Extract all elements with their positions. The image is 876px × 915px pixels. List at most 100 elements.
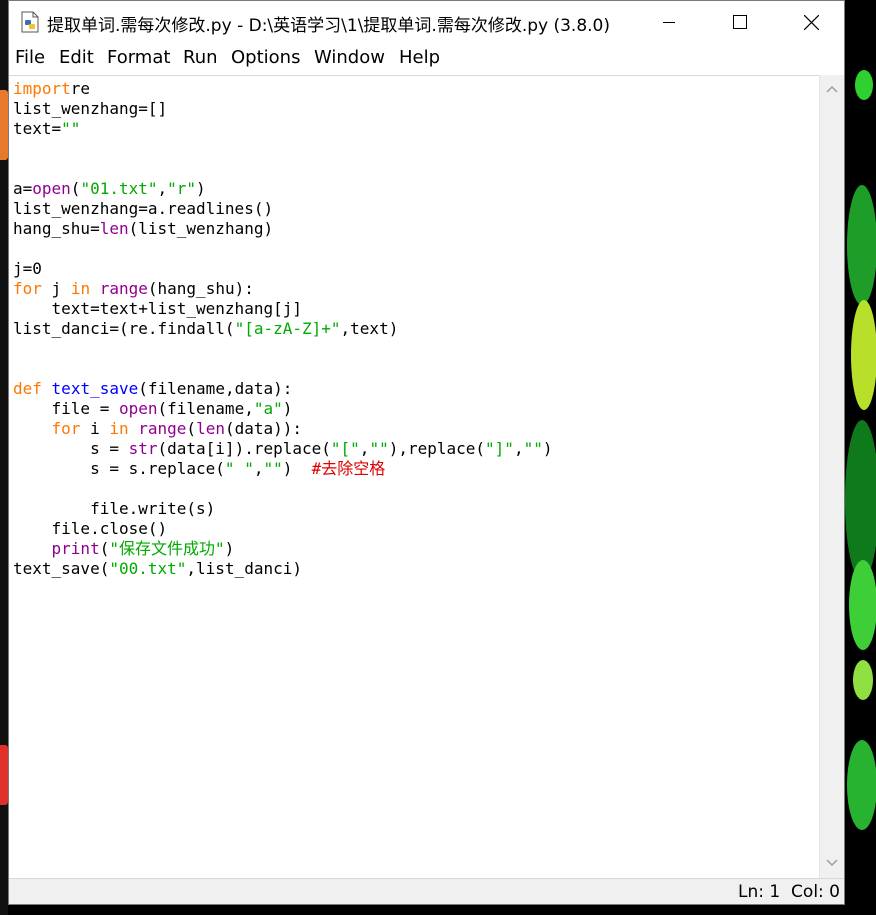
code-token-st: "00.txt" — [109, 559, 187, 578]
code-token-kw: for — [51, 419, 81, 438]
minimize-icon — [663, 22, 675, 23]
close-button[interactable] — [788, 1, 834, 43]
idle-editor-window: 提取单词.需每次修改.py - D:\英语学习\1\提取单词.需每次修改.py … — [8, 0, 845, 905]
code-line: s = s.replace(" ","") #去除空格 — [13, 459, 552, 479]
code-token-kw: in — [70, 279, 91, 298]
menu-run[interactable]: Run — [183, 47, 218, 68]
close-icon — [803, 14, 819, 30]
scroll-up-button[interactable] — [820, 79, 844, 99]
code-token: ) — [224, 539, 235, 558]
code-token: list_danci=(re.findall( — [13, 319, 235, 338]
code-token: (hang_shu): — [147, 279, 254, 298]
code-token-bi: range — [99, 279, 148, 298]
menu-bar: File Edit Format Run Options Window Help — [9, 43, 844, 73]
code-line: print("保存文件成功") — [13, 539, 552, 559]
code-token: ) — [196, 179, 206, 198]
maximize-button[interactable] — [717, 1, 763, 43]
code-text[interactable]: importre list_wenzhang=[] text="" a=open("0… — [13, 79, 552, 579]
python-file-icon — [20, 11, 40, 33]
code-line: file.close() — [13, 519, 552, 539]
code-token-bi: len — [99, 219, 129, 238]
code-token: (filename,data): — [138, 379, 293, 398]
code-token: ( — [99, 539, 110, 558]
menu-format[interactable]: Format — [107, 47, 170, 68]
chevron-down-icon — [826, 859, 838, 866]
code-token-kw: for — [13, 279, 42, 298]
scroll-down-button[interactable] — [820, 853, 844, 873]
code-token: , — [157, 179, 168, 198]
code-line: for j in range(hang_shu): — [13, 279, 552, 299]
code-line: j=0 — [13, 259, 552, 279]
code-token-bi: range — [138, 419, 187, 438]
code-token: ) — [282, 459, 312, 478]
menu-options[interactable]: Options — [231, 47, 300, 68]
desktop-background-left — [0, 0, 8, 915]
code-token-st: "]" — [485, 439, 514, 458]
code-editor[interactable]: importre list_wenzhang=[] text="" a=open("0… — [9, 75, 819, 879]
code-token-bi: len — [196, 419, 225, 438]
code-line: file = open(filename,"a") — [13, 399, 552, 419]
code-line: a=open("01.txt","r") — [13, 179, 552, 199]
code-token-st: "01.txt" — [80, 179, 158, 198]
code-token: ),replace( — [388, 439, 486, 458]
code-line: text_save("00.txt",list_danci) — [13, 559, 552, 579]
code-token: ) — [282, 399, 293, 418]
code-line: s = str(data[i]).replace("[",""),replace… — [13, 439, 552, 459]
code-token-st: "[" — [330, 439, 360, 458]
code-token: file.close() — [13, 519, 168, 538]
code-line: list_wenzhang=[] — [13, 99, 552, 119]
minimize-button[interactable] — [646, 1, 692, 43]
code-token-st: "[a-zA-Z]+" — [234, 319, 341, 338]
code-token: ) — [542, 439, 553, 458]
code-token-bi: open — [32, 179, 71, 198]
code-line: file.write(s) — [13, 499, 552, 519]
code-token-st: "" — [369, 439, 389, 458]
code-token: list_wenzhang=[] — [13, 99, 168, 118]
code-token: text_save( — [13, 559, 110, 578]
menu-edit[interactable]: Edit — [59, 47, 94, 68]
menu-file[interactable]: File — [15, 47, 45, 68]
code-token: a= — [13, 179, 33, 198]
code-token: list_wenzhang=a.readlines() — [13, 199, 274, 218]
menu-help[interactable]: Help — [399, 47, 440, 68]
code-token-st: "保存文件成功" — [109, 539, 225, 558]
code-token: ( — [70, 179, 81, 198]
menu-window[interactable]: Window — [314, 47, 385, 68]
maximize-icon — [733, 15, 747, 29]
code-line: for i in range(len(data)): — [13, 419, 552, 439]
code-token-st: "r" — [167, 179, 197, 198]
code-token: ,list_danci) — [186, 559, 302, 578]
code-token: text= — [13, 119, 62, 138]
code-token: ( — [186, 419, 197, 438]
code-line: list_wenzhang=a.readlines() — [13, 199, 552, 219]
code-token: (data[i]).replace( — [157, 439, 331, 458]
code-token: (list_wenzhang) — [128, 219, 274, 238]
vertical-scrollbar[interactable] — [819, 75, 844, 878]
code-token-bi: str — [128, 439, 158, 458]
code-token: re — [70, 79, 91, 98]
code-token-kw: import — [13, 79, 71, 98]
code-token-cm: #去除空格 — [311, 459, 386, 478]
code-token: (data)): — [224, 419, 303, 438]
code-token-kw: def — [13, 379, 42, 398]
code-token-st: " " — [224, 459, 254, 478]
code-token: j=0 — [13, 259, 42, 278]
code-token-bi: open — [118, 399, 158, 418]
code-token: hang_shu= — [13, 219, 100, 238]
code-token-st: "" — [523, 439, 543, 458]
code-token: (filename, — [157, 399, 254, 418]
code-token-st: "" — [61, 119, 81, 138]
code-token-bi: print — [51, 539, 100, 558]
code-line: list_danci=(re.findall("[a-zA-Z]+",text) — [13, 319, 552, 339]
desktop-background-right — [845, 0, 876, 915]
code-token: s = s.replace( — [13, 459, 225, 478]
